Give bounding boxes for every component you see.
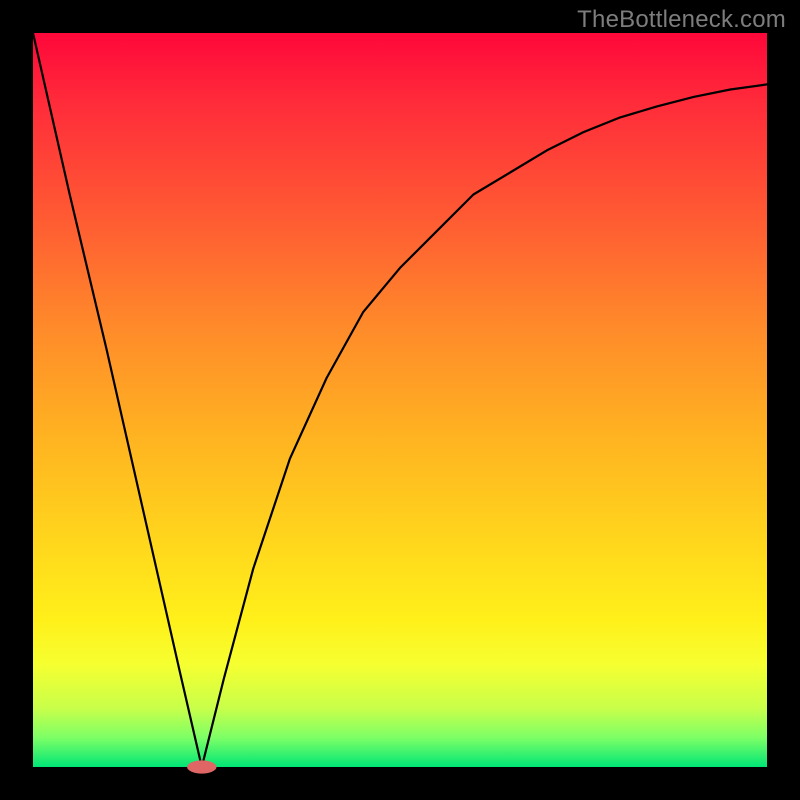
plot-area (33, 33, 767, 767)
series-right-branch (202, 84, 767, 767)
chart-frame: TheBottleneck.com (0, 0, 800, 800)
min-point-marker (187, 760, 216, 773)
series-left-branch (33, 33, 202, 767)
watermark-text: TheBottleneck.com (577, 6, 786, 34)
chart-svg (33, 33, 767, 767)
